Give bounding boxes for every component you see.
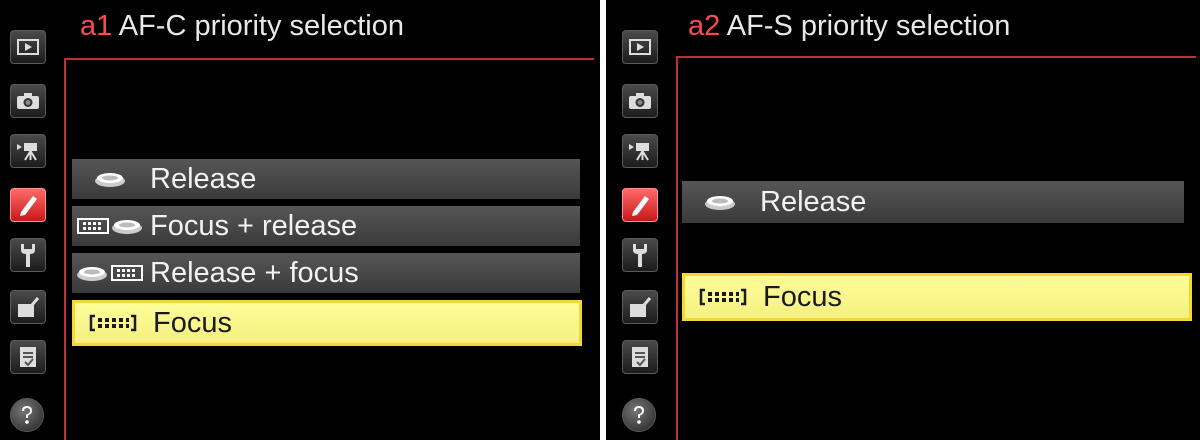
focus-icon <box>75 313 151 333</box>
frame-line-left <box>676 56 678 440</box>
release-focus-icon <box>72 263 148 283</box>
tab-recent-settings[interactable] <box>10 340 46 374</box>
tab-recent-settings[interactable] <box>622 340 658 374</box>
help-icon <box>22 406 32 424</box>
setting-code: a2 <box>688 10 721 42</box>
focus-icon <box>685 287 761 307</box>
help-button[interactable] <box>622 398 656 432</box>
option-label: Release + focus <box>150 256 359 289</box>
option-focus[interactable]: Focus <box>72 300 582 346</box>
frame-line-top <box>676 56 1196 58</box>
help-icon <box>634 406 644 424</box>
focus-release-icon <box>72 216 148 236</box>
screen-af-s-priority: a2 AF-S priority selection Release Focus <box>606 0 1200 440</box>
menu-sidebar <box>0 0 64 440</box>
option-label: Focus <box>153 306 232 339</box>
page-title: a2 AF-S priority selection <box>688 10 1010 43</box>
setting-title: AF-C priority selection <box>118 10 404 42</box>
frame-line-left <box>64 58 66 440</box>
tab-custom-settings[interactable] <box>10 188 46 222</box>
option-focus[interactable]: Focus <box>682 273 1192 321</box>
option-label: Release <box>760 185 867 218</box>
tab-retouch[interactable] <box>10 290 46 324</box>
camera-icon <box>17 93 39 109</box>
tab-setup[interactable] <box>622 238 658 272</box>
tab-playback[interactable] <box>10 30 46 64</box>
release-icon <box>682 193 758 211</box>
frame-line-top <box>64 58 594 60</box>
tab-movie[interactable] <box>10 134 46 168</box>
movie-icon <box>17 143 37 161</box>
retouch-icon <box>18 297 40 317</box>
recent-settings-icon <box>632 347 648 367</box>
release-icon <box>72 170 148 188</box>
tab-playback[interactable] <box>622 30 658 64</box>
option-label: Release <box>150 162 257 195</box>
screen-af-c-priority: a1 AF-C priority selection Release Focus… <box>0 0 600 440</box>
option-release[interactable]: Release <box>72 159 580 199</box>
retouch-icon <box>630 297 652 317</box>
setting-title: AF-S priority selection <box>726 10 1011 42</box>
tab-shooting[interactable] <box>622 84 658 118</box>
pencil-icon <box>632 196 649 216</box>
recent-settings-icon <box>20 347 36 367</box>
movie-icon <box>629 143 649 161</box>
wrench-icon <box>633 244 647 267</box>
option-label: Focus <box>763 280 842 313</box>
pencil-icon <box>20 196 37 216</box>
playback-icon <box>17 39 39 55</box>
tab-setup[interactable] <box>10 238 46 272</box>
option-release-focus[interactable]: Release + focus <box>72 253 580 293</box>
wrench-icon <box>21 244 35 267</box>
playback-icon <box>629 39 651 55</box>
page-title: a1 AF-C priority selection <box>80 10 404 43</box>
setting-code: a1 <box>80 10 113 42</box>
option-focus-release[interactable]: Focus + release <box>72 206 580 246</box>
camera-icon <box>629 93 651 109</box>
tab-retouch[interactable] <box>622 290 658 324</box>
tab-custom-settings[interactable] <box>622 188 658 222</box>
help-button[interactable] <box>10 398 44 432</box>
menu-sidebar <box>606 0 670 440</box>
option-label: Focus + release <box>150 209 358 242</box>
tab-shooting[interactable] <box>10 84 46 118</box>
option-release[interactable]: Release <box>682 181 1184 223</box>
tab-movie[interactable] <box>622 134 658 168</box>
